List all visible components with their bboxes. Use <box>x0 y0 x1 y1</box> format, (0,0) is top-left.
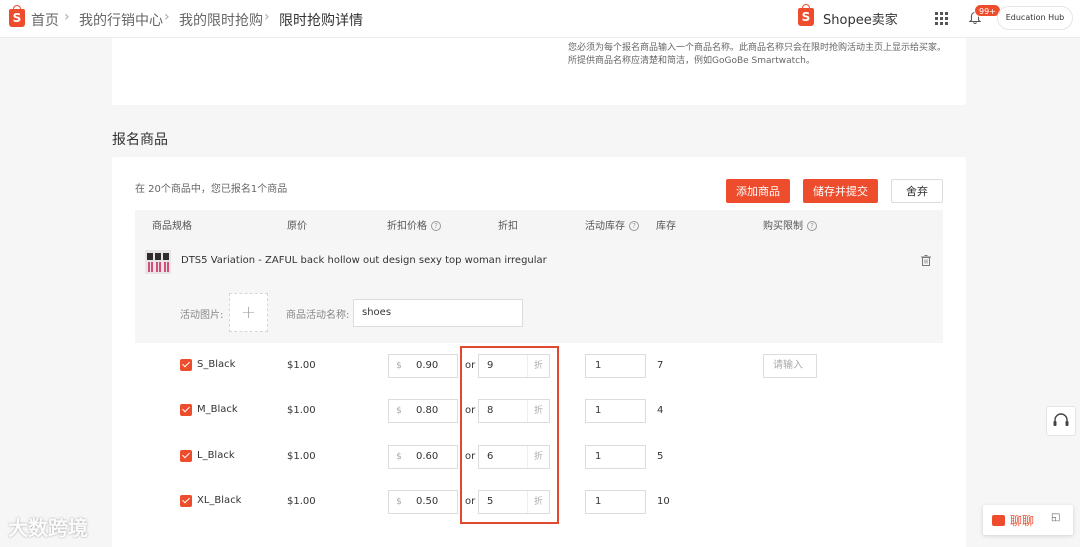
header-original-price: 原价 <box>287 221 307 232</box>
discard-button[interactable]: 舍弃 <box>891 179 943 203</box>
variation-name: S_Black <box>197 359 236 370</box>
stock-value: 4 <box>657 405 664 416</box>
header-discount: 折扣 <box>498 221 518 232</box>
discount-price-input[interactable]: $0.60 <box>388 445 458 469</box>
customer-service-button[interactable] <box>1046 406 1076 436</box>
discount-price-input[interactable]: $0.90 <box>388 354 458 378</box>
header-purchase-limit: 购买限制? <box>763 217 817 232</box>
discount-column-highlight <box>460 346 559 524</box>
help-icon[interactable]: ? <box>431 221 441 231</box>
product-name: DTS5 Variation - ZAFUL back hollow out d… <box>181 255 547 266</box>
stock-value: 7 <box>657 360 664 371</box>
headset-icon <box>1053 413 1069 426</box>
breadcrumb-current: 限时抢购详情 <box>279 13 363 29</box>
campaign-image-label: 活动图片: <box>180 310 224 321</box>
apps-grid-icon[interactable] <box>935 12 948 25</box>
add-product-button[interactable]: 添加商品 <box>726 179 790 203</box>
product-count-text: 在 20个商品中，您已报名1个商品 <box>135 184 288 195</box>
breadcrumb-marketing-centre[interactable]: 我的行销中心 <box>79 10 163 30</box>
table-header <box>135 210 943 240</box>
campaign-stock-input[interactable]: 1 <box>585 445 646 469</box>
dollar-prefix: $ <box>396 361 402 371</box>
shopee-logo-icon[interactable]: S <box>9 5 25 27</box>
stock-value: 5 <box>657 451 664 462</box>
discount-price-value: 0.50 <box>416 496 439 507</box>
original-price: $1.00 <box>287 405 316 416</box>
campaign-stock-input[interactable]: 1 <box>585 354 646 378</box>
dollar-prefix: $ <box>396 452 402 462</box>
chevron-right-icon: › <box>164 9 170 25</box>
section-title: 报名商品 <box>112 132 168 148</box>
dollar-prefix: $ <box>396 406 402 416</box>
chat-widget[interactable]: 聊聊 ◱ <box>983 505 1073 535</box>
discount-price-input[interactable]: $0.80 <box>388 399 458 423</box>
product-thumbnail <box>145 250 171 274</box>
breadcrumb-flash-sale[interactable]: 我的限时抢购 <box>179 10 263 30</box>
dollar-prefix: $ <box>396 497 402 507</box>
brand-name[interactable]: Shopee卖家 <box>823 9 898 28</box>
variation-name: XL_Black <box>197 495 242 506</box>
discount-price-value: 0.60 <box>416 451 439 462</box>
variation-checkbox[interactable] <box>180 495 192 507</box>
campaign-stock-input[interactable]: 1 <box>585 399 646 423</box>
campaign-name-input[interactable]: shoes <box>353 299 523 327</box>
breadcrumb-home[interactable]: 首页 <box>31 10 59 30</box>
variation-name: M_Black <box>197 404 238 415</box>
discount-price-value: 0.80 <box>416 405 439 416</box>
help-icon[interactable]: ? <box>807 221 817 231</box>
discount-price-value: 0.90 <box>416 360 439 371</box>
product-name-notice: 您必须为每个报名商品输入一个商品名称。此商品名称只会在限时抢购活动主页上显示给买… <box>568 43 947 66</box>
header-spec: 商品规格 <box>152 221 192 232</box>
variation-checkbox[interactable] <box>180 450 192 462</box>
purchase-limit-input[interactable]: 请输入 <box>763 354 817 378</box>
variation-checkbox[interactable] <box>180 359 192 371</box>
campaign-name-label: 商品活动名称: <box>286 310 350 321</box>
help-icon[interactable]: ? <box>629 221 639 231</box>
variation-name: L_Black <box>197 450 235 461</box>
education-hub-button[interactable]: Education Hub <box>997 6 1073 30</box>
shopee-seller-logo-icon[interactable]: S <box>798 4 814 26</box>
upload-image-button[interactable]: + <box>229 293 268 332</box>
save-and-submit-button[interactable]: 储存并提交 <box>803 179 878 203</box>
original-price: $1.00 <box>287 360 316 371</box>
minimize-icon[interactable]: ◱ <box>1051 512 1060 523</box>
watermark: 大数跨境 <box>8 516 88 540</box>
header-campaign-stock: 活动库存? <box>585 217 639 232</box>
chat-label: 聊聊 <box>1010 514 1035 528</box>
chevron-right-icon: › <box>264 9 270 25</box>
campaign-stock-input[interactable]: 1 <box>585 490 646 514</box>
chevron-right-icon: › <box>64 9 70 25</box>
discount-price-input[interactable]: $0.50 <box>388 490 458 514</box>
stock-value: 10 <box>657 496 670 507</box>
chat-bubble-icon <box>992 515 1005 526</box>
header-stock: 库存 <box>656 221 676 232</box>
original-price: $1.00 <box>287 451 316 462</box>
trash-icon[interactable] <box>921 255 931 266</box>
variation-checkbox[interactable] <box>180 404 192 416</box>
header-discount-price: 折扣价格? <box>387 217 441 232</box>
original-price: $1.00 <box>287 496 316 507</box>
